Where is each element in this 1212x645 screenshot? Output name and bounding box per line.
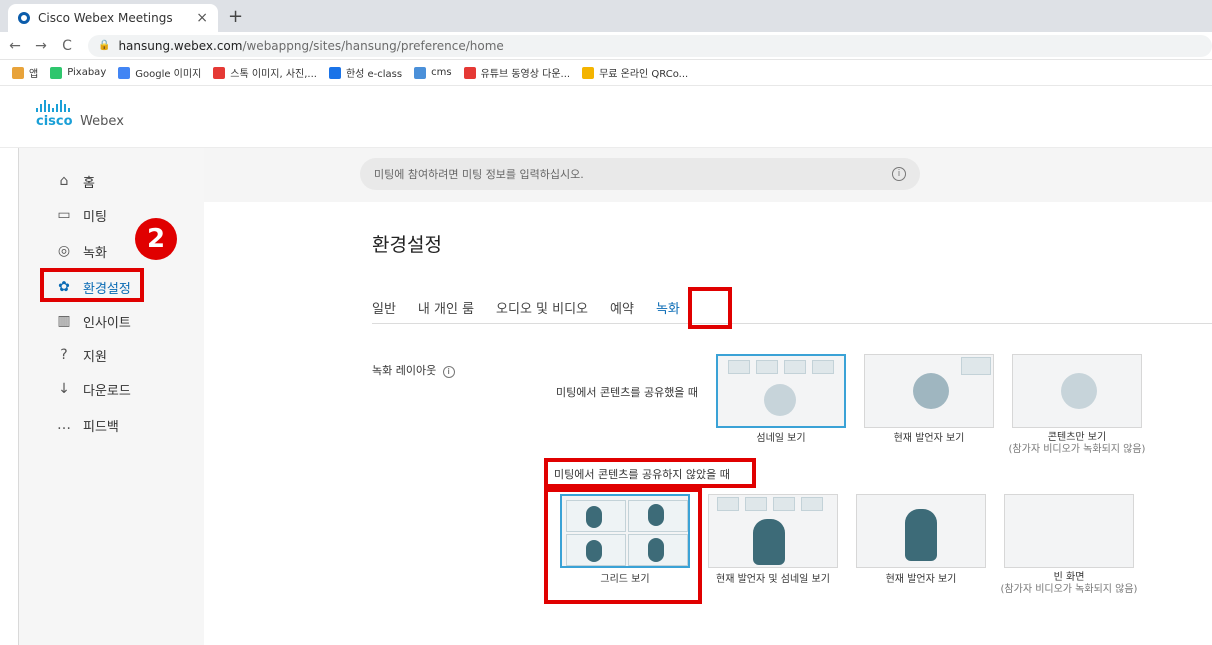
meeting-icon: ▭ — [57, 207, 71, 223]
webex-header: cisco Webex — [0, 86, 1212, 148]
bookmark-favicon-icon — [463, 66, 476, 79]
settings-tab[interactable]: 예약 — [610, 298, 634, 322]
bookmark-label: 무료 온라인 QRCo... — [599, 69, 689, 80]
layout-option-speaker[interactable] — [856, 494, 986, 568]
help-icon: ? — [60, 347, 68, 363]
download-icon: ↓ — [58, 381, 70, 397]
bookmark-item[interactable]: 무료 온라인 QRCo... — [582, 65, 688, 80]
main-area: 미팅에 참여하려면 미팅 정보를 입력하십시오. i 환경설정 일반 내 개인 룸… — [204, 148, 1212, 645]
sidebar: ⌂ 홈 ▭ 미팅 ◎ 녹화 ✿ 환경설정 ▥ 인사이트? 지원 ↓ 다운로드… 피드백 — [18, 148, 204, 645]
bookmark-label: 한성 e-class — [345, 69, 403, 80]
highlight-box-not-sharing-label — [544, 458, 756, 488]
bookmark-favicon-icon — [582, 66, 595, 79]
caption-speaker: 현재 발언자 보기 — [885, 574, 957, 585]
layout-option-blank[interactable] — [1004, 494, 1134, 568]
settings-tab[interactable]: 녹화 — [656, 298, 680, 322]
caption-active-speaker: 현재 발언자 보기 — [893, 433, 965, 444]
product-name: Webex — [80, 114, 124, 129]
url-path: /webappng/sites/hansung/preference/home — [242, 38, 504, 53]
bookmark-label: 스톡 이미지, 사진,... — [230, 69, 317, 80]
sidebar-item-label: 인사이트 — [83, 315, 131, 331]
layout-option-thumbnail[interactable] — [716, 354, 846, 428]
settings-tab[interactable]: 오디오 및 비디오 — [496, 298, 588, 322]
back-button[interactable]: ← — [4, 38, 26, 54]
bookmark-item[interactable]: Pixabay — [50, 66, 107, 79]
highlight-box-settings — [40, 268, 144, 302]
meeting-search-input[interactable]: 미팅에 참여하려면 미팅 정보를 입력하십시오. i — [360, 158, 920, 190]
new-tab-button[interactable]: + — [228, 6, 243, 27]
cisco-webex-logo[interactable]: cisco Webex — [36, 100, 124, 129]
bookmark-item[interactable]: 앱 — [12, 65, 38, 80]
highlight-box-recording-tab — [688, 287, 732, 329]
sharing-label: 미팅에서 콘텐츠를 공유했을 때 — [556, 386, 699, 399]
caption-speaker-and-thumbnail: 현재 발언자 및 섬네일 보기 — [716, 574, 830, 585]
sidebar-item-label: 다운로드 — [83, 383, 131, 399]
bookmark-item[interactable]: 한성 e-class — [328, 65, 403, 80]
highlight-box-grid-option — [544, 488, 702, 604]
bookmark-favicon-icon — [414, 66, 427, 79]
bookmark-label: Google 이미지 — [135, 69, 202, 80]
sidebar-item-label: 미팅 — [83, 209, 107, 225]
sidebar-item[interactable]: ↓ 다운로드 — [53, 378, 131, 400]
bookmark-favicon-icon — [12, 66, 24, 79]
address-bar-row: ← → C 🔒 hansung.webex.com /webappng/site… — [0, 32, 1212, 60]
brand-name: cisco — [36, 114, 73, 129]
sidebar-item-label: 녹화 — [83, 245, 107, 261]
bookmark-label: Pixabay — [67, 67, 107, 78]
settings-tab[interactable]: 내 개인 룸 — [418, 298, 474, 322]
layout-info-icon[interactable]: i — [442, 366, 455, 378]
sidebar-item[interactable]: … 피드백 — [53, 414, 119, 436]
sidebar-item[interactable]: ▥ 인사이트 — [53, 310, 131, 332]
url-field[interactable]: 🔒 hansung.webex.com /webappng/sites/hans… — [88, 34, 1212, 57]
note-blank: (참가자 비디오가 녹화되지 않음) — [1000, 584, 1138, 595]
bookmarks-bar: 앱 Pixabay Google 이미지 스톡 이미지, 사진,... 한성 e-cla… — [0, 60, 1212, 86]
bookmark-favicon-icon — [328, 66, 341, 79]
insight-icon: ▥ — [57, 313, 71, 329]
url-host: hansung.webex.com — [118, 38, 243, 53]
bookmark-item[interactable]: 유튜브 동영상 다운... — [463, 65, 571, 80]
tab-title: Cisco Webex Meetings — [38, 11, 173, 25]
bookmark-item[interactable]: 스톡 이미지, 사진,... — [213, 65, 317, 80]
bookmark-favicon-icon — [118, 66, 131, 79]
step-badge: 2 — [135, 218, 177, 260]
forward-button[interactable]: → — [30, 38, 52, 54]
tab-close-icon[interactable]: × — [196, 10, 208, 26]
browser-tab[interactable]: Cisco Webex Meetings × — [8, 4, 218, 32]
note-content-only: (참가자 비디오가 녹화되지 않음) — [1008, 444, 1146, 455]
layout-option-content-only[interactable] — [1012, 354, 1142, 428]
layout-option-active-speaker[interactable] — [864, 354, 994, 428]
webex-favicon-icon — [18, 12, 30, 24]
home-icon: ⌂ — [59, 173, 69, 189]
sidebar-item[interactable]: ⌂ 홈 — [53, 170, 95, 192]
sidebar-item-label: 피드백 — [83, 419, 119, 435]
page-title: 환경설정 — [372, 234, 442, 256]
bookmark-label: 앱 — [29, 69, 39, 80]
reload-button[interactable]: C — [56, 38, 78, 54]
sidebar-item-label: 홈 — [83, 175, 95, 191]
record-icon: ◎ — [57, 243, 71, 259]
search-placeholder: 미팅에 참여하려면 미팅 정보를 입력하십시오. — [374, 168, 584, 181]
settings-tabs: 일반 내 개인 룸 오디오 및 비디오 예약 녹화 — [372, 298, 702, 322]
info-icon[interactable]: i — [892, 167, 906, 181]
tab-divider — [372, 323, 1212, 324]
settings-content: 환경설정 일반 내 개인 룸 오디오 및 비디오 예약 녹화 녹화 레이아웃 i 미팅에… — [204, 202, 1212, 645]
sidebar-item-label: 지원 — [83, 349, 107, 365]
bookmark-favicon-icon — [50, 66, 63, 79]
cisco-logo-icon — [36, 100, 124, 112]
lock-icon: 🔒 — [98, 40, 111, 51]
settings-tab[interactable]: 일반 — [372, 298, 396, 322]
sidebar-item[interactable]: ? 지원 — [53, 344, 107, 366]
layout-option-speaker-and-thumbnail[interactable] — [708, 494, 838, 568]
bookmark-item[interactable]: cms — [414, 66, 452, 79]
feedback-icon: … — [57, 417, 71, 433]
caption-thumbnail: 섬네일 보기 — [756, 433, 806, 444]
bookmark-label: cms — [431, 67, 452, 78]
bookmark-favicon-icon — [213, 66, 226, 79]
sidebar-item[interactable]: ◎ 녹화 — [53, 240, 107, 262]
bookmark-label: 유튜브 동영상 다운... — [480, 69, 571, 80]
browser-tab-strip: Cisco Webex Meetings × + — [0, 0, 1212, 32]
bookmark-item[interactable]: Google 이미지 — [118, 65, 201, 80]
layout-label: 녹화 레이아웃 i — [372, 362, 455, 378]
sidebar-item[interactable]: ▭ 미팅 — [53, 204, 107, 226]
